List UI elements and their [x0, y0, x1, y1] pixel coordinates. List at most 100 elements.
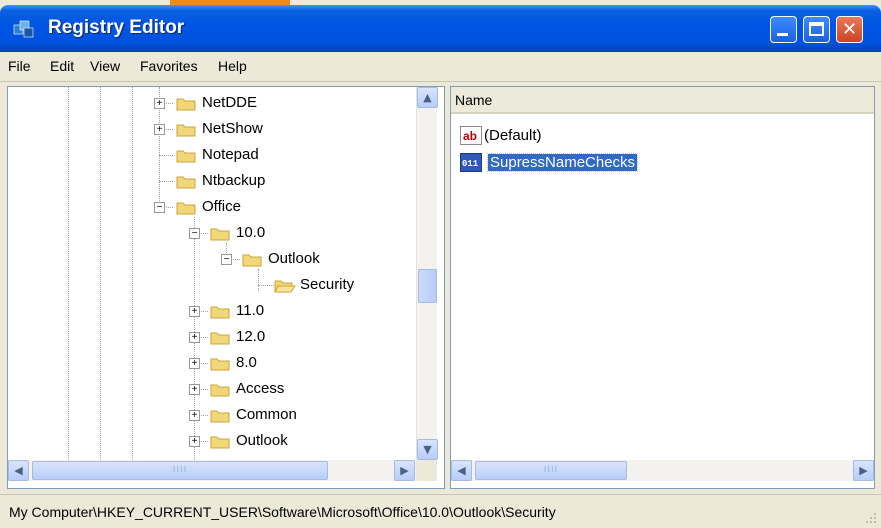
current-key-path: My Computer\HKEY_CURRENT_USER\Software\M… — [9, 504, 556, 520]
scroll-up-button[interactable]: ▲ — [417, 87, 438, 108]
tree-node-label: 8.0 — [236, 354, 257, 371]
expand-plus-icon[interactable]: + — [189, 358, 200, 369]
menu-file[interactable]: File — [8, 58, 31, 74]
tree-node-label: 10.0 — [236, 224, 266, 241]
tree-node-label: NetShow — [202, 120, 263, 137]
list-header: Name — [451, 87, 874, 114]
registry-editor-app-icon — [13, 20, 34, 38]
tree-node-access[interactable]: + Access — [8, 377, 416, 403]
tree-node-10-0-outlook[interactable]: − Outlook — [8, 247, 416, 273]
tree-node-label: Outlook — [236, 432, 288, 449]
menu-bar: File Edit View Favorites Help — [0, 52, 881, 82]
folder-icon — [176, 202, 196, 215]
expand-plus-icon[interactable]: + — [189, 436, 200, 447]
folder-icon — [210, 306, 230, 319]
string-value-icon: ab — [460, 126, 482, 145]
tree-node-8-0[interactable]: + 8.0 — [8, 351, 416, 377]
maximize-button[interactable] — [803, 16, 830, 43]
folder-icon — [210, 358, 230, 371]
folder-icon — [210, 410, 230, 423]
horizontal-scroll-thumb[interactable]: IIII — [475, 461, 627, 480]
folder-icon — [176, 150, 196, 163]
tree-node-label: 12.0 — [236, 328, 266, 345]
window-title: Registry Editor — [48, 17, 185, 38]
minimize-button[interactable] — [770, 16, 797, 43]
tree-node-netshow[interactable]: + NetShow — [8, 117, 416, 143]
close-button[interactable]: ✕ — [836, 16, 863, 43]
menu-favorites[interactable]: Favorites — [140, 58, 198, 74]
tree-node-label: Outlook — [268, 250, 320, 267]
tree-node-label: Access — [236, 380, 285, 397]
folder-icon — [210, 384, 230, 397]
tree-node-outlook[interactable]: + Outlook — [8, 429, 416, 455]
binary-value-icon: 011 — [460, 153, 482, 172]
tree-node-11-0[interactable]: + 11.0 — [8, 299, 416, 325]
folder-icon — [176, 176, 196, 189]
key-tree-pane[interactable]: + NetDDE + NetShow Notepad Ntbackup − Of… — [7, 86, 445, 489]
values-list-pane[interactable]: Name ab (Default) 011 SupressNameChecks … — [450, 86, 875, 489]
folder-icon — [176, 124, 196, 137]
menu-help[interactable]: Help — [218, 58, 247, 74]
tree-node-notepad[interactable]: Notepad — [8, 143, 416, 169]
collapse-minus-icon[interactable]: − — [221, 254, 232, 265]
tree-vertical-scrollbar[interactable]: ▲ ▼ — [416, 87, 438, 460]
tree-node-label: Security — [300, 276, 355, 293]
scrollbar-corner — [416, 460, 437, 481]
folder-icon — [210, 228, 230, 241]
folder-icon — [242, 254, 262, 267]
tree-horizontal-scrollbar[interactable]: ◀ IIII ▶ — [8, 460, 416, 481]
expand-plus-icon[interactable]: + — [189, 384, 200, 395]
expand-plus-icon[interactable]: + — [189, 332, 200, 343]
tree-node-ntbackup[interactable]: Ntbackup — [8, 169, 416, 195]
value-name: (Default) — [484, 127, 542, 144]
tree-node-label: 11.0 — [236, 302, 265, 319]
column-header-name[interactable]: Name — [451, 87, 874, 112]
scroll-left-button[interactable]: ◀ — [8, 460, 29, 481]
scroll-right-button[interactable]: ▶ — [853, 460, 874, 481]
tree-node-label: Office — [202, 198, 241, 215]
folder-icon — [176, 98, 196, 111]
tree-branch-line — [159, 155, 173, 156]
scroll-right-button[interactable]: ▶ — [394, 460, 415, 481]
folder-icon — [210, 332, 230, 345]
menu-view[interactable]: View — [90, 58, 120, 74]
string-value-icon: ab — [463, 129, 477, 143]
tree-node-netdde[interactable]: + NetDDE — [8, 91, 416, 117]
tree-node-common[interactable]: + Common — [8, 403, 416, 429]
registry-tree[interactable]: + NetDDE + NetShow Notepad Ntbackup − Of… — [8, 87, 416, 460]
collapse-minus-icon[interactable]: − — [189, 228, 200, 239]
tree-node-label: Ntbackup — [202, 172, 266, 189]
horizontal-scroll-thumb[interactable]: IIII — [32, 461, 328, 480]
open-folder-icon — [274, 280, 296, 293]
menu-edit[interactable]: Edit — [50, 58, 74, 74]
icon-text: ab — [463, 129, 477, 143]
list-horizontal-scrollbar[interactable]: ◀ IIII ▶ — [451, 460, 874, 481]
binary-value-icon: 011 — [462, 159, 479, 169]
icon-text: 011 — [462, 159, 479, 169]
tree-node-label: NetDDE — [202, 94, 258, 111]
value-name: SupressNameChecks — [486, 153, 639, 172]
tree-node-security[interactable]: Security — [8, 273, 416, 299]
tree-node-label: Notepad — [202, 146, 259, 163]
expand-plus-icon[interactable]: + — [154, 124, 165, 135]
registry-editor-window: Registry Editor ✕ File Edit View Favorit… — [0, 0, 881, 528]
vertical-scroll-thumb[interactable] — [418, 269, 437, 303]
tree-node-10-0[interactable]: − 10.0 — [8, 221, 416, 247]
close-icon: ✕ — [841, 19, 858, 40]
minimize-icon — [777, 33, 788, 36]
tree-branch-line — [258, 285, 274, 286]
expand-plus-icon[interactable]: + — [189, 410, 200, 421]
tree-node-12-0[interactable]: + 12.0 — [8, 325, 416, 351]
expand-plus-icon[interactable]: + — [154, 98, 165, 109]
folder-icon — [210, 436, 230, 449]
tree-node-label: Common — [236, 406, 297, 423]
expand-plus-icon[interactable]: + — [189, 306, 200, 317]
title-bar[interactable]: Registry Editor ✕ — [0, 5, 881, 52]
collapse-minus-icon[interactable]: − — [154, 202, 165, 213]
scroll-left-button[interactable]: ◀ — [451, 460, 472, 481]
tree-node-office[interactable]: − Office — [8, 195, 416, 221]
status-bar: My Computer\HKEY_CURRENT_USER\Software\M… — [0, 494, 881, 528]
maximize-icon — [809, 22, 824, 36]
scroll-down-button[interactable]: ▼ — [417, 439, 438, 460]
resize-grip-icon[interactable] — [863, 510, 877, 524]
